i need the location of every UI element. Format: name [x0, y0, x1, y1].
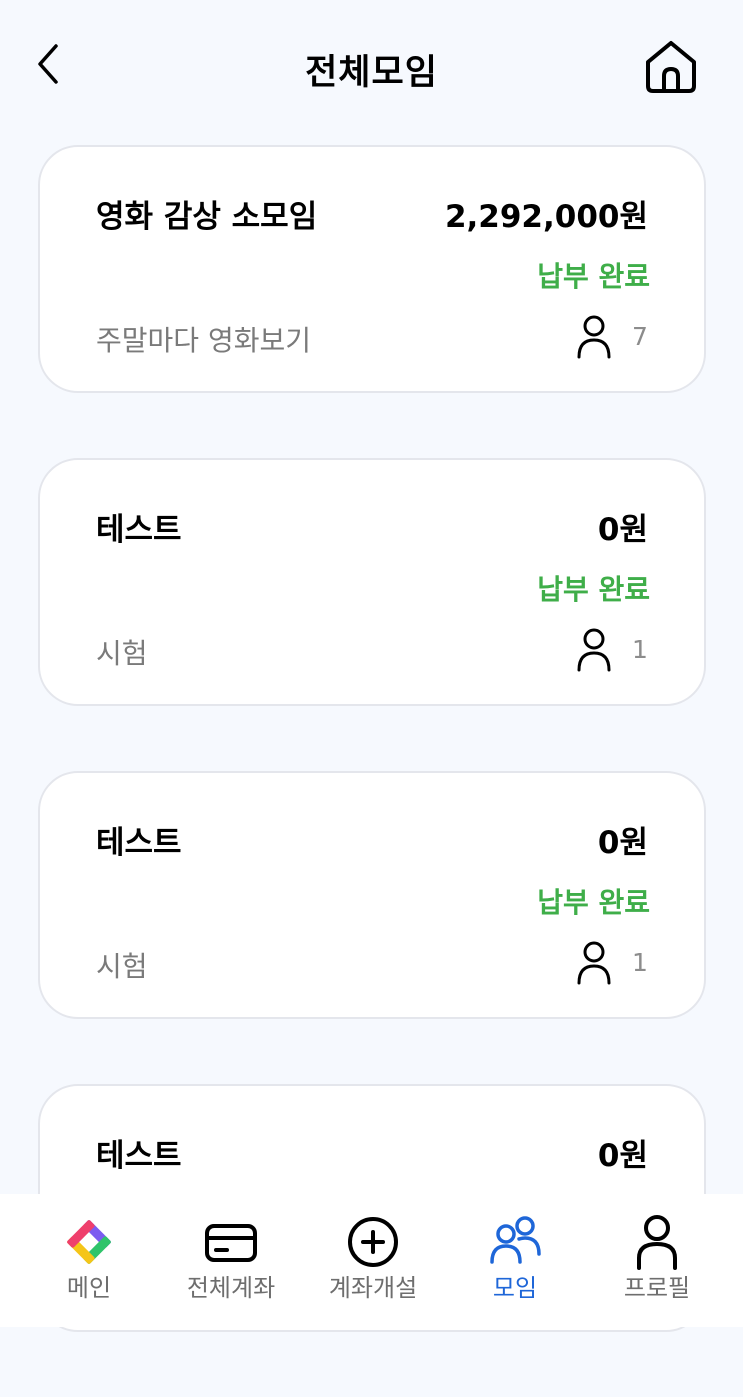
member-count: 1 [632, 948, 648, 977]
app-logo-icon [67, 1220, 111, 1264]
tab-label: 프로필 [623, 1274, 691, 1302]
member-count: 1 [632, 635, 648, 664]
payment-status: 납부 완료 [537, 260, 650, 293]
group-amount: 0원 [597, 825, 648, 861]
group-name: 영화 감상 소모임 [96, 199, 318, 235]
tab-label: 계좌개설 [328, 1274, 418, 1302]
group-card[interactable]: 영화 감상 소모임 2,292,000원 납부 완료 주말마다 영화보기 7 [38, 145, 706, 393]
tab-label: 전체계좌 [186, 1274, 276, 1302]
group-amount: 0원 [597, 1138, 648, 1174]
group-card[interactable]: 테스트 0원 납부 완료 시험 1 [38, 771, 706, 1019]
member-count: 7 [632, 322, 648, 351]
group-description: 시험 [96, 637, 148, 670]
group-amount: 0원 [597, 512, 648, 548]
person-icon [577, 315, 611, 359]
group-name: 테스트 [96, 1138, 182, 1174]
group-card[interactable]: 테스트 0원 납부 완료 시험 1 [38, 458, 706, 706]
home-icon [646, 41, 696, 93]
group-name: 테스트 [96, 825, 182, 861]
tab-open-account[interactable]: 계좌개설 [299, 1194, 447, 1327]
home-button[interactable] [640, 38, 702, 96]
group-description: 시험 [96, 950, 148, 983]
person-icon [577, 628, 611, 672]
group-description: 주말마다 영화보기 [96, 324, 311, 357]
person-icon [577, 941, 611, 985]
card-icon [205, 1224, 257, 1262]
payment-status: 납부 완료 [537, 886, 650, 919]
tab-main[interactable]: 메인 [15, 1194, 163, 1327]
group-icon [490, 1216, 541, 1264]
tab-label: 모임 [492, 1274, 538, 1302]
tab-all-accounts[interactable]: 전체계좌 [157, 1194, 305, 1327]
tab-label: 메인 [66, 1274, 112, 1302]
payment-status: 납부 완료 [537, 573, 650, 606]
group-amount: 2,292,000원 [444, 199, 648, 235]
tab-groups[interactable]: 모임 [441, 1194, 589, 1327]
bottom-tab-bar: 메인 전체계좌 계좌개설 모임 프로필 [0, 1194, 743, 1327]
person-icon [637, 1215, 677, 1270]
plus-circle-icon [348, 1217, 398, 1267]
app-header: 전체모임 [0, 0, 743, 136]
page-title: 전체모임 [305, 53, 438, 93]
group-name: 테스트 [96, 512, 182, 548]
tab-profile[interactable]: 프로필 [583, 1194, 731, 1327]
